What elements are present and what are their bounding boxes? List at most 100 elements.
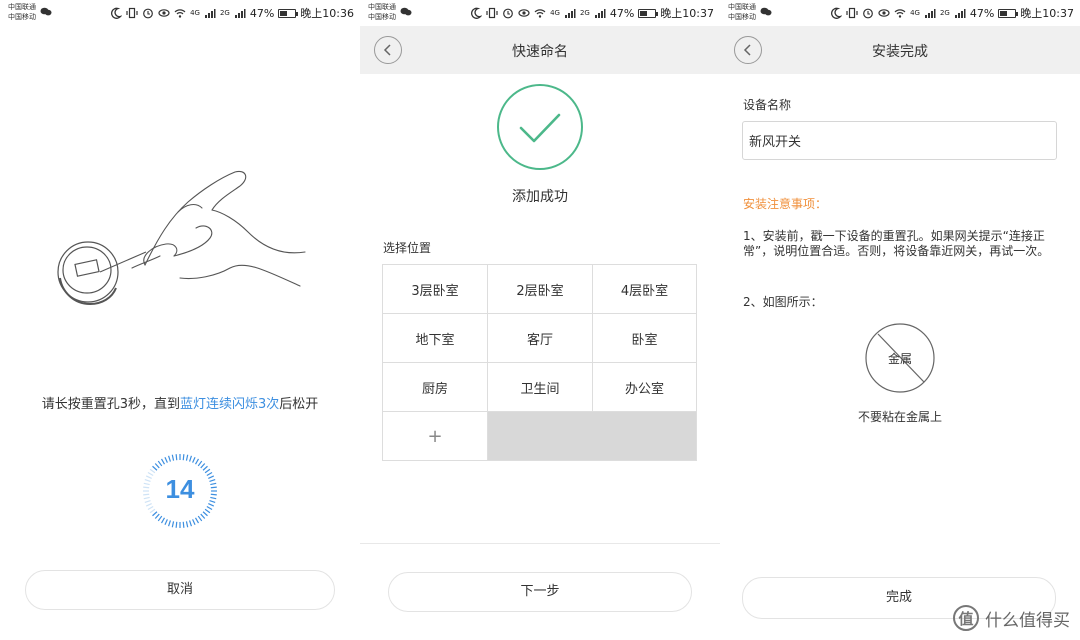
countdown-tick bbox=[175, 521, 178, 528]
clock: 晚上10:36 bbox=[300, 7, 354, 20]
carrier-1: 中国联通 bbox=[368, 3, 396, 11]
countdown-tick bbox=[204, 468, 211, 474]
countdown-tick bbox=[164, 456, 168, 463]
carrier-2: 中国移动 bbox=[728, 13, 756, 21]
countdown-tick bbox=[206, 505, 213, 511]
location-label: 选择位置 bbox=[383, 241, 432, 255]
countdown-tick bbox=[200, 513, 206, 519]
countdown-tick bbox=[192, 519, 196, 526]
location-option[interactable]: 2层卧室 bbox=[488, 265, 593, 314]
network-type-1: 4G bbox=[550, 9, 560, 17]
install-note-1: 1、安装前，戳一下设备的重置孔。如果网关提示“连接正常”，说明位置合适。否则，将… bbox=[743, 229, 1050, 258]
network-type-1: 4G bbox=[910, 9, 920, 17]
countdown-tick bbox=[167, 520, 171, 527]
countdown-tick bbox=[197, 460, 203, 467]
reset-instruction-screen: 中国联通 中国移动 4G 2G 47% 晚上10:36 请长按重置孔3秒，直到蓝… bbox=[0, 0, 360, 640]
moon-icon bbox=[110, 7, 123, 19]
countdown-tick bbox=[194, 458, 200, 465]
countdown-tick bbox=[167, 455, 171, 462]
countdown-tick bbox=[175, 454, 178, 461]
install-notes-title: 安装注意事项： bbox=[743, 197, 828, 211]
countdown-tick bbox=[157, 515, 163, 522]
moon-icon bbox=[830, 7, 843, 19]
eye-icon bbox=[158, 7, 170, 19]
location-option[interactable]: 4层卧室 bbox=[593, 265, 697, 314]
wifi-icon bbox=[174, 7, 186, 19]
next-step-button[interactable]: 下一步 bbox=[388, 572, 692, 612]
countdown-tick bbox=[182, 521, 185, 528]
grid-empty-area bbox=[488, 412, 697, 461]
battery-percent: 47% bbox=[969, 6, 995, 20]
vibrate-icon bbox=[126, 7, 138, 19]
quick-naming-screen: 中国联通 中国移动 4G 2G 47% 晚上10:37 快速命名 添加成功 选择… bbox=[360, 0, 720, 640]
nav-bar: 快速命名 bbox=[360, 26, 720, 74]
reset-instruction: 请长按重置孔3秒，直到蓝灯连续闪烁3次后松开 bbox=[0, 393, 360, 412]
page-title: 安装完成 bbox=[872, 44, 928, 60]
nav-bar: 安装完成 bbox=[720, 26, 1080, 74]
countdown-tick bbox=[185, 521, 189, 528]
watermark-text: 什么值得买 bbox=[985, 610, 1070, 631]
signal-icon bbox=[564, 7, 576, 19]
add-location-button[interactable]: + bbox=[383, 412, 488, 461]
countdown-tick bbox=[185, 454, 189, 461]
countdown-tick bbox=[194, 517, 200, 524]
signal-icon bbox=[234, 7, 246, 19]
countdown-tick bbox=[149, 508, 156, 514]
install-complete-screen: 中国联通 中国移动 4G 2G 47% 晚上10:37 安装完成 设备名称 安装… bbox=[720, 0, 1080, 640]
metal-warning-caption: 不要粘在金属上 bbox=[857, 410, 942, 424]
sensor-device bbox=[57, 241, 119, 306]
battery-percent: 47% bbox=[609, 6, 635, 20]
watermark: 值 什么值得买 bbox=[953, 605, 1070, 631]
battery-icon bbox=[998, 8, 1019, 18]
network-type-2: 2G bbox=[939, 9, 950, 17]
location-option[interactable]: 卧室 bbox=[593, 314, 697, 363]
eye-icon bbox=[518, 7, 530, 19]
countdown-tick bbox=[154, 463, 160, 469]
network-type-2: 2G bbox=[579, 9, 590, 17]
alarm-icon bbox=[142, 7, 154, 19]
metal-label: 金属 bbox=[887, 352, 912, 366]
carrier-names: 中国联通 中国移动 bbox=[8, 2, 36, 22]
status-bar: 中国联通 中国移动 4G 2G 47% 晚上10:37 bbox=[360, 0, 720, 26]
countdown-tick bbox=[189, 520, 193, 527]
location-option[interactable]: 客厅 bbox=[488, 314, 593, 363]
countdown-tick bbox=[192, 456, 196, 463]
countdown-tick bbox=[202, 465, 208, 471]
carrier-1: 中国联通 bbox=[8, 3, 36, 11]
alarm-icon bbox=[502, 7, 514, 19]
countdown-tick bbox=[157, 460, 163, 467]
carrier-2: 中国移动 bbox=[368, 13, 396, 21]
countdown-tick bbox=[200, 463, 206, 469]
countdown-tick bbox=[182, 454, 185, 461]
countdown-tick bbox=[197, 515, 203, 522]
location-option[interactable]: 地下室 bbox=[383, 314, 488, 363]
instruction-text-end: 后松开 bbox=[279, 397, 319, 412]
status-icons: 4G 2G 47% 晚上10:37 bbox=[830, 5, 1074, 21]
clock: 晚上10:37 bbox=[1020, 7, 1074, 20]
checkmark-icon bbox=[519, 113, 561, 143]
location-option[interactable]: 办公室 bbox=[593, 363, 697, 412]
instruction-text: 请长按重置孔3秒，直到 bbox=[41, 397, 180, 412]
location-option[interactable]: 厨房 bbox=[383, 363, 488, 412]
countdown-tick bbox=[160, 517, 166, 524]
watermark-logo: 值 bbox=[953, 605, 979, 631]
device-name-input[interactable] bbox=[742, 121, 1057, 160]
location-option[interactable]: 卫生间 bbox=[488, 363, 593, 412]
cancel-button[interactable]: 取消 bbox=[25, 570, 335, 610]
device-name-label: 设备名称 bbox=[743, 98, 792, 112]
countdown-tick bbox=[154, 513, 160, 519]
network-type-2: 2G bbox=[219, 9, 230, 17]
carrier-2: 中国移动 bbox=[8, 13, 36, 21]
wechat-notification-icon bbox=[40, 7, 52, 16]
countdown-tick bbox=[171, 454, 175, 461]
page-title: 快速命名 bbox=[512, 44, 568, 60]
signal-icon bbox=[204, 7, 216, 19]
battery-icon bbox=[278, 8, 299, 18]
battery-icon bbox=[638, 8, 659, 18]
signal-icon bbox=[924, 7, 936, 19]
wifi-icon bbox=[534, 7, 546, 19]
countdown-tick bbox=[204, 508, 211, 514]
signal-icon bbox=[954, 7, 966, 19]
status-bar: 中国联通 中国移动 4G 2G 47% 晚上10:36 bbox=[0, 0, 360, 26]
location-option[interactable]: 3层卧室 bbox=[383, 265, 488, 314]
